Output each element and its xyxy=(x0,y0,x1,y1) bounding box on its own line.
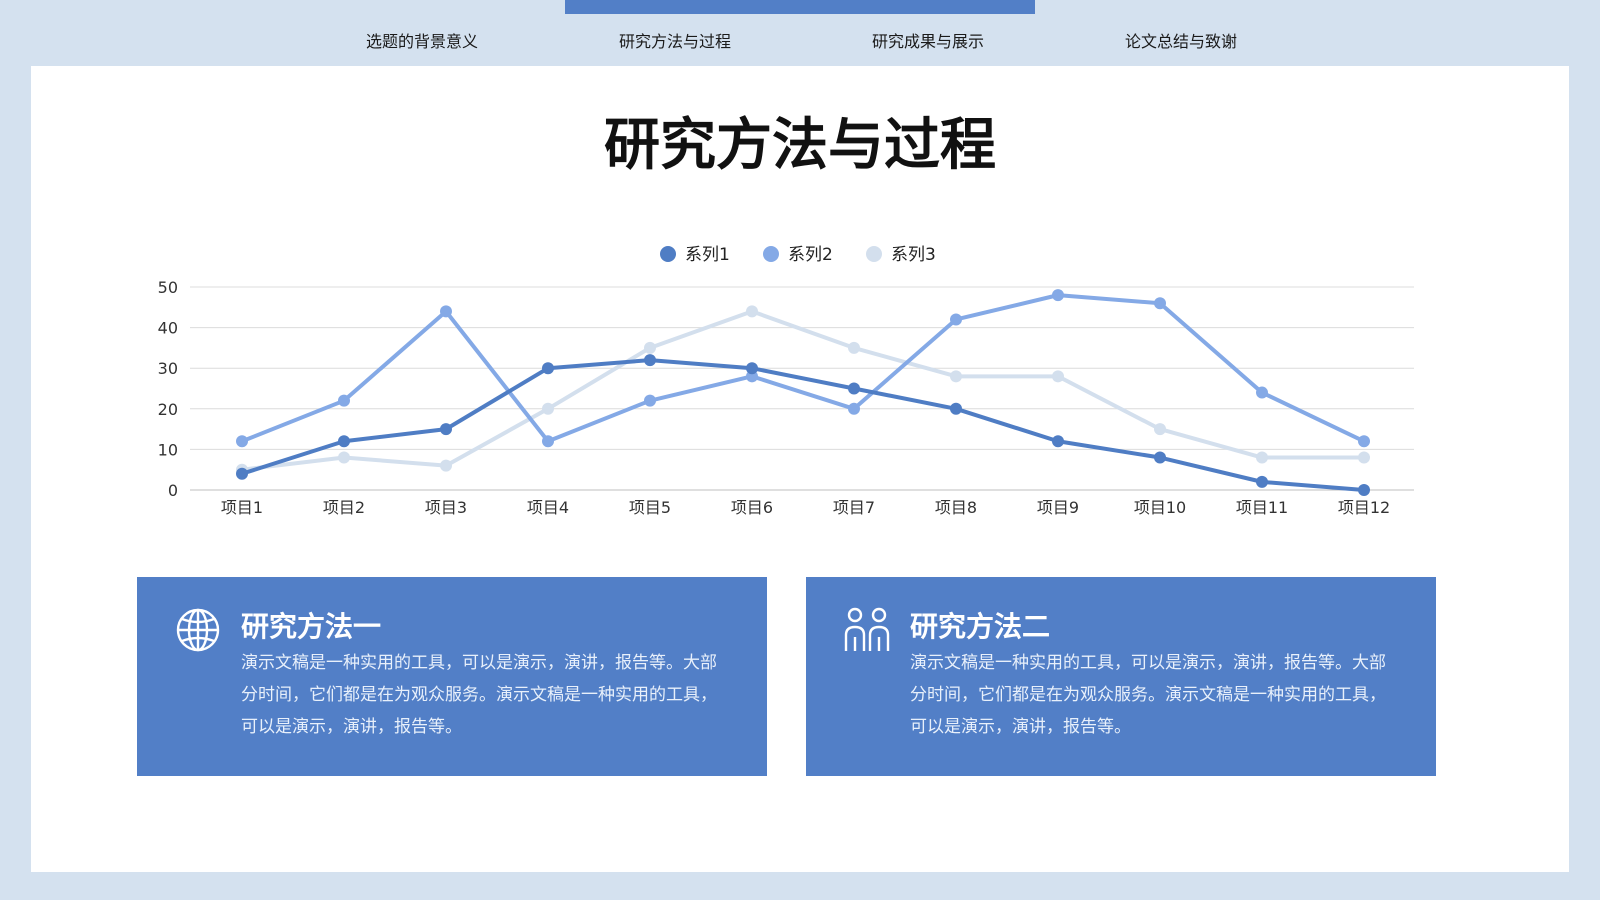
y-tick-label: 10 xyxy=(158,440,178,459)
data-point xyxy=(644,341,656,354)
legend-label: 系列1 xyxy=(685,245,730,265)
method-box-1-title: 研究方法一 xyxy=(241,610,382,643)
data-point xyxy=(950,370,962,383)
line-chart: 0 10 20 30 40 50 项目1 项目2 项目3 项目4 项目5 项目6 项目7 项目8 项目9 项目… xyxy=(158,245,1414,517)
x-tick-label: 项目4 xyxy=(527,498,569,517)
x-tick-label: 项目11 xyxy=(1236,498,1288,517)
x-tick-label: 项目8 xyxy=(935,498,977,517)
x-tick-label: 项目7 xyxy=(833,498,875,517)
y-tick-label: 0 xyxy=(168,481,178,500)
legend-marker xyxy=(763,246,779,262)
method-box-2-text: 演示文稿是一种实用的工具，可以是演示，演讲，报告等。大部分时间，它们都是在为观众… xyxy=(910,653,1386,737)
data-point xyxy=(848,382,860,395)
legend-label: 系列3 xyxy=(891,245,936,265)
data-point xyxy=(1256,386,1268,399)
x-tick-label: 项目6 xyxy=(731,498,773,517)
method-box-1-text: 演示文稿是一种实用的工具，可以是演示，演讲，报告等。大部分时间，它们都是在为观众… xyxy=(241,653,717,737)
data-point xyxy=(1256,475,1268,488)
series-line xyxy=(241,358,1365,492)
y-tick-label: 50 xyxy=(158,278,178,297)
y-tick-label: 20 xyxy=(158,400,178,419)
data-point xyxy=(746,305,758,318)
data-point xyxy=(644,394,656,407)
data-point xyxy=(542,402,554,415)
method-box-2-title: 研究方法二 xyxy=(910,610,1051,643)
data-point xyxy=(848,341,860,354)
globe-icon xyxy=(176,608,220,652)
data-point xyxy=(950,313,962,326)
legend-marker xyxy=(660,246,676,262)
data-point xyxy=(746,362,758,375)
x-tick-label: 项目3 xyxy=(425,498,467,517)
data-point xyxy=(1358,451,1370,464)
data-point xyxy=(1256,451,1268,464)
data-point xyxy=(440,305,452,318)
data-point xyxy=(236,467,248,480)
y-tick-label: 30 xyxy=(158,359,178,378)
x-tick-label: 项目12 xyxy=(1338,498,1390,517)
data-point xyxy=(950,402,962,415)
data-point xyxy=(1154,423,1166,436)
data-point xyxy=(440,459,452,472)
data-point xyxy=(1358,435,1370,448)
data-point xyxy=(542,435,554,448)
data-point xyxy=(440,423,452,436)
legend-label: 系列2 xyxy=(788,245,833,265)
data-point xyxy=(644,354,656,367)
data-point xyxy=(338,394,350,407)
data-point xyxy=(848,402,860,415)
x-tick-label: 项目10 xyxy=(1134,498,1186,517)
method-box-1: 研究方法一 演示文稿是一种实用的工具，可以是演示，演讲，报告等。大部分时间，它们… xyxy=(137,577,767,776)
legend-marker xyxy=(866,246,882,262)
x-tick-label: 项目9 xyxy=(1037,498,1079,517)
data-point xyxy=(1052,435,1064,448)
data-point xyxy=(1052,289,1064,302)
x-tick-label: 项目2 xyxy=(323,498,365,517)
data-point xyxy=(542,362,554,375)
y-tick-label: 40 xyxy=(158,319,178,338)
data-point xyxy=(338,451,350,464)
data-point xyxy=(1154,451,1166,464)
data-point xyxy=(1358,484,1370,496)
x-tick-label: 项目1 xyxy=(221,498,263,517)
data-point xyxy=(236,435,248,448)
method-box-2: 研究方法二 演示文稿是一种实用的工具，可以是演示，演讲，报告等。大部分时间，它们… xyxy=(806,577,1436,776)
data-point xyxy=(338,435,350,448)
data-point xyxy=(1154,297,1166,310)
x-tick-label: 项目5 xyxy=(629,498,671,517)
people-icon xyxy=(844,607,890,651)
data-point xyxy=(1052,370,1064,383)
